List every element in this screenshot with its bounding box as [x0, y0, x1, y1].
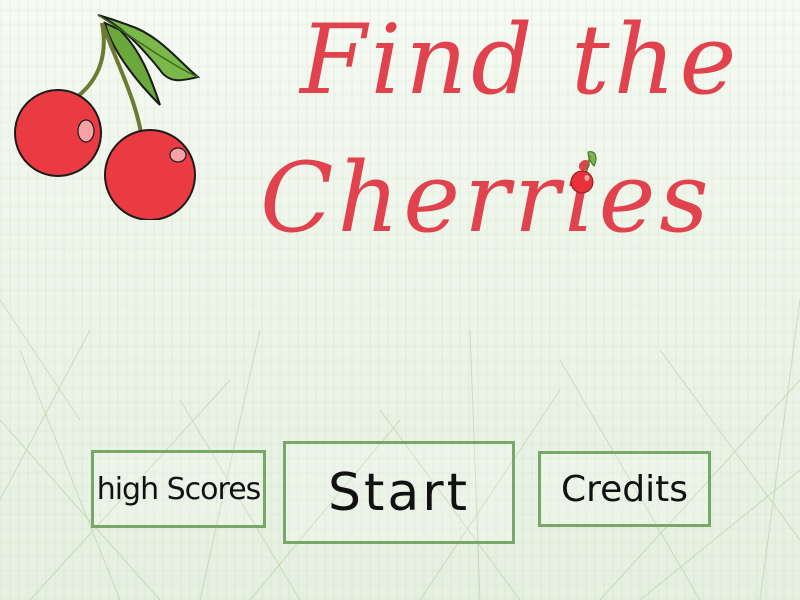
high-scores-label: high Scores	[96, 471, 262, 507]
small-cherry-icon	[570, 151, 597, 194]
start-label: Start	[327, 462, 471, 523]
title-line-2: Cherries	[260, 142, 713, 254]
title-line-1: Find the	[300, 4, 741, 116]
high-scores-button[interactable]: high Scores	[91, 450, 266, 528]
start-button[interactable]: Start	[283, 441, 515, 544]
game-title: Find the Cherries	[260, 0, 760, 290]
credits-label: Credits	[560, 468, 689, 510]
credits-button[interactable]: Credits	[538, 451, 711, 527]
cherry-pair-icon	[14, 14, 201, 220]
